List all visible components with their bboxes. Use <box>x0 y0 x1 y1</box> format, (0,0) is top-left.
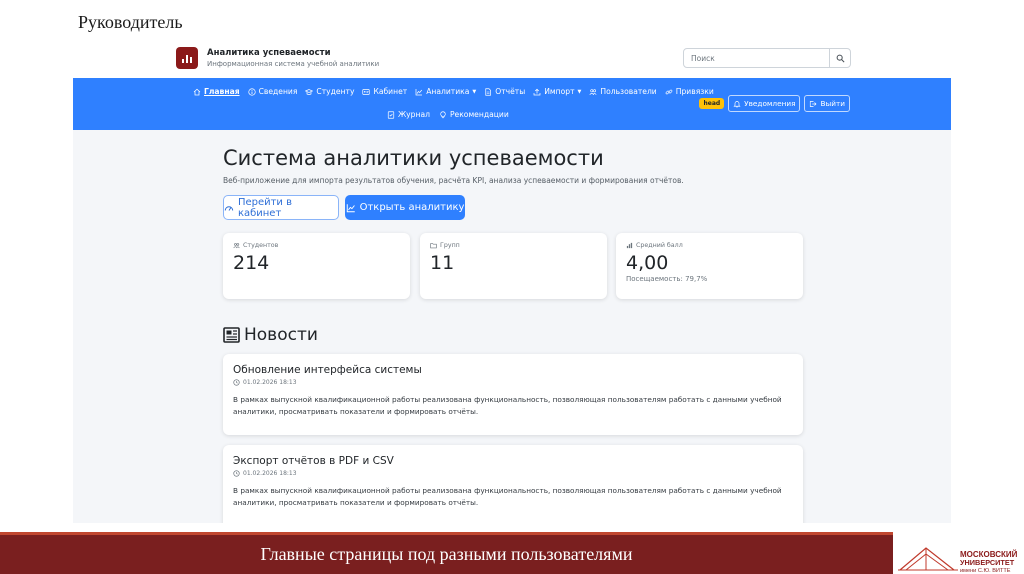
nav-item-cabinet[interactable]: Кабинет <box>362 87 407 96</box>
newspaper-icon <box>223 327 240 343</box>
users-icon <box>589 88 597 95</box>
page-subtitle: Веб-приложение для импорта результатов о… <box>223 176 684 185</box>
nav-item-journal[interactable]: Журнал <box>387 110 430 119</box>
presentation-slide: Руководитель Аналитика успеваемости Инфо… <box>0 0 1024 574</box>
nav-row-primary: Главная Сведения Студенту Кабинет Аналит… <box>193 87 714 96</box>
search-input[interactable] <box>684 49 829 67</box>
stat-label: Средний балл <box>636 242 683 249</box>
stat-label: Студентов <box>243 242 279 249</box>
notifications-button[interactable]: Уведомления <box>728 95 801 112</box>
news-title: Обновление интерфейса системы <box>233 364 422 376</box>
svg-text:имени С.Ю. ВИТТЕ: имени С.Ю. ВИТТЕ <box>960 568 1011 574</box>
nav-item-recommendations[interactable]: Рекомендации <box>439 110 509 119</box>
university-logo: МОСКОВСКИЙ УНИВЕРСИТЕТ имени С.Ю. ВИТТЕ <box>898 547 1018 574</box>
logout-label: Выйти <box>820 99 845 108</box>
stat-card-average: Средний балл 4,00 Посещаемость: 79,7% <box>616 233 803 299</box>
app-window: Аналитика успеваемости Информационная си… <box>73 39 951 523</box>
nav-user-area: head Уведомления Выйти <box>699 95 850 112</box>
news-date: 01.02.2026 18:13 <box>233 379 793 386</box>
chevron-down-icon: ▼ <box>472 88 477 95</box>
nav-label: Аналитика <box>426 87 470 96</box>
nav-row-secondary: Журнал Рекомендации <box>387 110 509 119</box>
folder-icon <box>430 243 437 249</box>
search-form <box>683 48 851 68</box>
logout-button[interactable]: Выйти <box>804 95 850 112</box>
news-card[interactable]: Обновление интерфейса системы 01.02.2026… <box>223 354 803 435</box>
nav-label: Сведения <box>258 87 298 96</box>
stat-value: 214 <box>233 252 270 274</box>
stat-value: 11 <box>430 252 455 274</box>
news-date-text: 01.02.2026 18:13 <box>243 470 297 477</box>
news-body: В рамках выпускной квалификационной рабо… <box>233 395 782 416</box>
info-icon <box>247 87 256 96</box>
nav-label: Отчёты <box>495 87 526 96</box>
nav-label: Пользователи <box>600 87 657 96</box>
nav-item-analytics[interactable]: Аналитика ▼ <box>415 87 476 96</box>
nav-label: Журнал <box>398 110 430 119</box>
slide-footer-accent <box>0 532 893 535</box>
nav-label: Главная <box>204 87 240 96</box>
open-analytics-label: Открыть аналитику <box>359 202 465 213</box>
slide-footer-text: Главные страницы под разными пользовател… <box>260 544 633 564</box>
nav-label: Студенту <box>316 87 355 96</box>
role-badge: head <box>699 98 725 109</box>
speedometer-icon <box>224 205 234 211</box>
news-date-text: 01.02.2026 18:13 <box>243 379 297 386</box>
bar-chart-icon[interactable] <box>176 47 198 69</box>
go-to-cabinet-button[interactable]: Перейти в кабинет <box>223 195 339 220</box>
link-icon <box>665 89 673 94</box>
nav-label: Импорт <box>544 87 575 96</box>
brand-subtitle: Информационная система учебной аналитики <box>207 60 380 68</box>
news-date: 01.02.2026 18:13 <box>233 470 793 477</box>
main-navbar: Главная Сведения Студенту Кабинет Аналит… <box>73 78 951 130</box>
nav-item-info[interactable]: Сведения <box>247 87 298 96</box>
chart-line-icon <box>415 88 423 95</box>
svg-text:УНИВЕРСИТЕТ: УНИВЕРСИТЕТ <box>960 558 1015 567</box>
bar-chart-icon <box>626 242 633 249</box>
users-icon <box>233 243 240 249</box>
nav-label: Рекомендации <box>449 110 509 119</box>
go-to-cabinet-label: Перейти в кабинет <box>237 196 293 219</box>
student-icon <box>305 88 314 95</box>
nav-label: Кабинет <box>373 87 408 96</box>
nav-item-reports[interactable]: Отчёты <box>484 87 525 96</box>
nav-item-users[interactable]: Пользователи <box>589 87 657 96</box>
stat-card-groups: Групп 11 <box>420 233 607 299</box>
journal-icon <box>387 110 395 119</box>
nav-item-home[interactable]: Главная <box>193 87 240 96</box>
search-icon <box>836 54 845 63</box>
brand-name[interactable]: Аналитика успеваемости <box>207 48 331 58</box>
chevron-down-icon: ▼ <box>577 88 582 95</box>
lightbulb-icon <box>440 110 446 118</box>
chart-line-icon <box>346 203 355 212</box>
slide-title: Руководитель <box>78 12 183 32</box>
page-title: Система аналитики успеваемости <box>223 146 604 170</box>
stat-note: Посещаемость: 79,7% <box>626 275 708 283</box>
open-analytics-button[interactable]: Открыть аналитику <box>345 195 465 220</box>
news-card[interactable]: Экспорт отчётов в PDF и CSV 01.02.2026 1… <box>223 445 803 523</box>
nav-item-import[interactable]: Импорт ▼ <box>533 87 581 96</box>
news-body: В рамках выпускной квалификационной рабо… <box>233 486 782 507</box>
file-icon <box>485 87 492 96</box>
stat-value: 4,00 <box>626 252 669 274</box>
id-card-icon <box>362 88 371 95</box>
brand-bar: Аналитика успеваемости Информационная си… <box>73 39 951 78</box>
notifications-label: Уведомления <box>744 99 796 108</box>
search-button[interactable] <box>829 49 850 67</box>
clock-icon <box>233 470 240 477</box>
stat-label: Групп <box>440 242 460 249</box>
news-heading: Новости <box>223 325 318 345</box>
nav-item-student[interactable]: Студенту <box>305 87 354 96</box>
clock-icon <box>233 379 240 386</box>
bell-icon <box>733 100 741 107</box>
logout-icon <box>810 100 817 107</box>
news-heading-label: Новости <box>244 325 318 345</box>
news-title: Экспорт отчётов в PDF и CSV <box>233 455 394 467</box>
stat-card-students: Студентов 214 <box>223 233 410 299</box>
home-icon <box>193 88 201 95</box>
upload-icon <box>533 88 541 95</box>
